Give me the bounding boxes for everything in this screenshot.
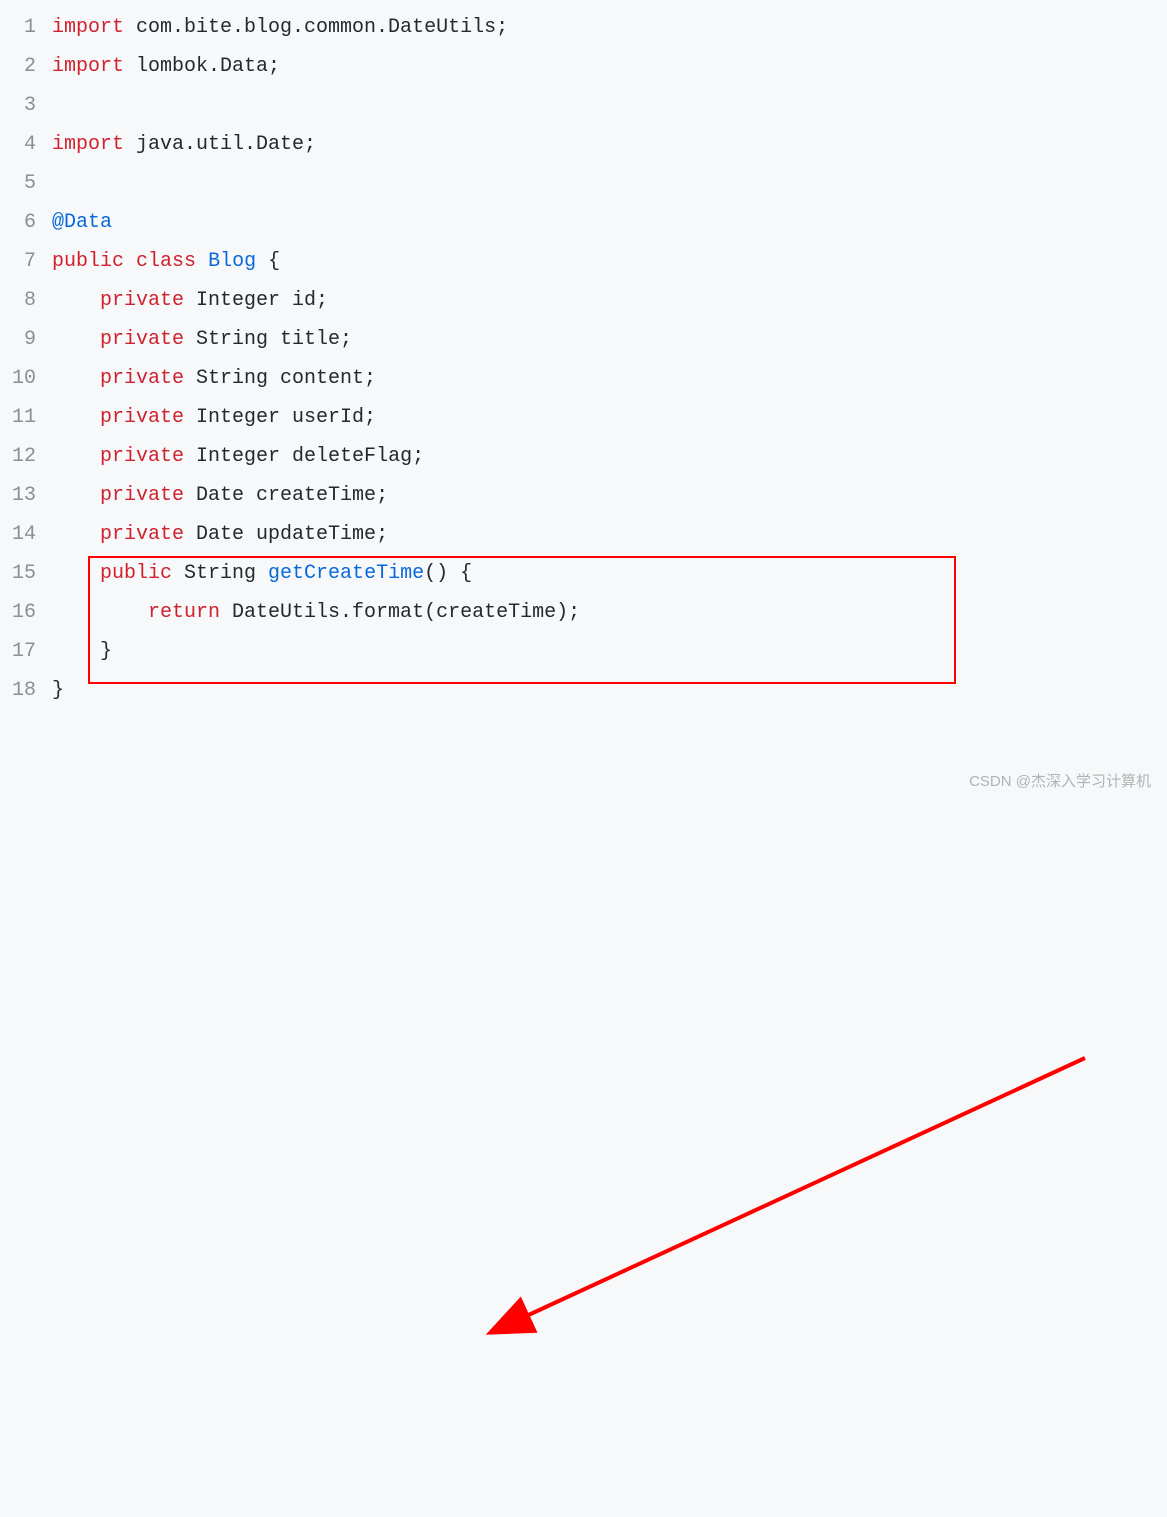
code-line: private Integer id;: [52, 281, 1167, 320]
line-number: 3: [0, 86, 36, 125]
code-line: [52, 86, 1167, 125]
line-number: 14: [0, 515, 36, 554]
line-number: 16: [0, 593, 36, 632]
line-number: 1: [0, 8, 36, 47]
code-content: import com.bite.blog.common.DateUtils;im…: [52, 8, 1167, 710]
code-line: private Integer userId;: [52, 398, 1167, 437]
code-block: 123456789101112131415161718 import com.b…: [0, 0, 1167, 718]
code-line: @Data: [52, 203, 1167, 242]
code-line: [52, 164, 1167, 203]
line-number: 13: [0, 476, 36, 515]
code-line: import com.bite.blog.common.DateUtils;: [52, 8, 1167, 47]
code-line: return DateUtils.format(createTime);: [52, 593, 1167, 632]
code-line: }: [52, 632, 1167, 671]
line-number: 11: [0, 398, 36, 437]
line-number: 4: [0, 125, 36, 164]
code-line: public class Blog {: [52, 242, 1167, 281]
code-line: private Integer deleteFlag;: [52, 437, 1167, 476]
code-line: private String title;: [52, 320, 1167, 359]
line-number: 8: [0, 281, 36, 320]
code-line: import java.util.Date;: [52, 125, 1167, 164]
line-number: 12: [0, 437, 36, 476]
code-line: import lombok.Data;: [52, 47, 1167, 86]
line-number: 2: [0, 47, 36, 86]
code-line: private Date updateTime;: [52, 515, 1167, 554]
line-number: 18: [0, 671, 36, 710]
line-number-gutter: 123456789101112131415161718: [0, 8, 52, 710]
line-number: 9: [0, 320, 36, 359]
line-number: 17: [0, 632, 36, 671]
line-number: 15: [0, 554, 36, 593]
line-number: 7: [0, 242, 36, 281]
line-number: 10: [0, 359, 36, 398]
code-line: private String content;: [52, 359, 1167, 398]
annotation-arrow: [0, 718, 1167, 1517]
code-line: }: [52, 671, 1167, 710]
line-number: 5: [0, 164, 36, 203]
watermark-text: CSDN @杰深入学习计算机: [969, 770, 1151, 791]
line-number: 6: [0, 203, 36, 242]
code-line: public String getCreateTime() {: [52, 554, 1167, 593]
code-line: private Date createTime;: [52, 476, 1167, 515]
